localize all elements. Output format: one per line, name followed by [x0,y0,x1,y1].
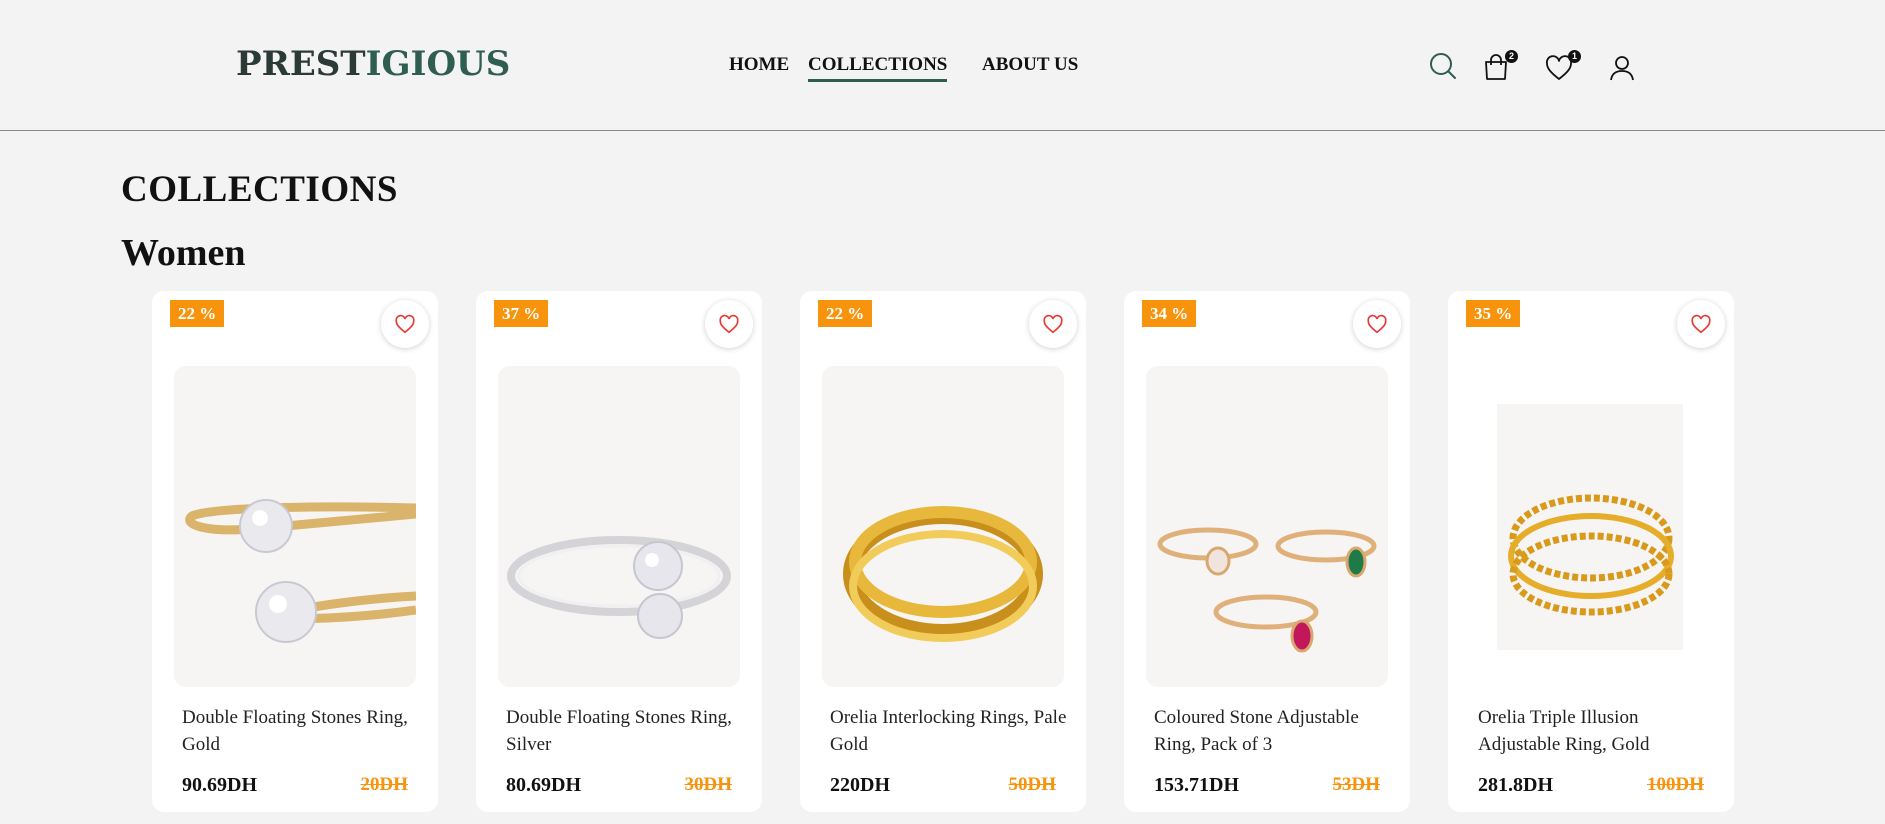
add-to-wishlist-button[interactable] [1029,300,1077,348]
logo-text-dark: PREST [236,44,366,84]
product-old-price: 30DH [684,774,733,795]
discount-badge: 37 % [494,300,549,327]
product-old-price: 50DH [1008,774,1057,795]
user-account-icon[interactable] [1607,53,1637,83]
silver-double-stone-ring-icon [498,366,740,687]
heart-icon [1043,314,1063,334]
product-price: 90.69DH [182,774,257,796]
cart-count-badge: 2 [1505,50,1518,63]
logo-text-green: IGIOUS [365,44,511,84]
discount-badge: 35 % [1466,300,1521,327]
gold-double-stone-ring-icon [174,366,416,687]
product-card[interactable]: 22 % Orelia Interlocking Rings, Pale Gol… [800,291,1086,812]
heart-icon [1691,314,1711,334]
wishlist-count-badge: 1 [1568,50,1581,63]
product-card[interactable]: 34 % Coloured Stone Adjustable Ring, Pac… [1124,291,1410,812]
three-stone-rings-icon [1146,366,1388,687]
product-name[interactable]: Orelia Interlocking Rings, Pale Gold [830,704,1070,758]
product-image[interactable] [1470,366,1712,687]
heart-icon [395,314,415,334]
add-to-wishlist-button[interactable] [1353,300,1401,348]
page-title: COLLECTIONS [121,169,398,210]
product-image[interactable] [822,366,1064,687]
heart-icon [719,314,739,334]
product-price: 153.71DH [1154,774,1239,796]
product-image[interactable] [498,366,740,687]
discount-badge: 22 % [170,300,225,327]
interlocking-gold-rings-icon [822,366,1064,687]
nav-home[interactable]: HOME [729,54,789,76]
product-old-price: 20DH [360,774,409,795]
product-image[interactable] [1146,366,1388,687]
product-card[interactable]: 37 % Double Floating Stones Ring, Silver… [476,291,762,812]
nav-about-us[interactable]: ABOUT US [982,54,1078,76]
product-old-price: 100DH [1647,774,1704,795]
product-card[interactable]: 22 % Double Floating Stones Ring, Gold 9… [152,291,438,812]
product-price: 80.69DH [506,774,581,796]
section-title: Women [121,232,246,274]
nav-collections[interactable]: COLLECTIONS [808,54,948,82]
product-price: 281.8DH [1478,774,1553,796]
discount-badge: 22 % [818,300,873,327]
triple-gold-ring-icon [1470,366,1712,687]
brand-logo[interactable]: PRESTIGIOUS [236,44,510,84]
product-card[interactable]: 35 % Orelia Triple Illusion Adjustable R… [1448,291,1734,812]
site-header: PRESTIGIOUS HOME COLLECTIONS ABOUT US 2 … [0,0,1885,131]
add-to-wishlist-button[interactable] [705,300,753,348]
product-name[interactable]: Double Floating Stones Ring, Gold [182,704,422,758]
product-name[interactable]: Orelia Triple Illusion Adjustable Ring, … [1478,704,1718,758]
add-to-wishlist-button[interactable] [1677,300,1725,348]
product-image[interactable] [174,366,416,687]
product-name[interactable]: Double Floating Stones Ring, Silver [506,704,746,758]
search-icon[interactable] [1428,51,1458,81]
product-name[interactable]: Coloured Stone Adjustable Ring, Pack of … [1154,704,1394,758]
heart-icon [1367,314,1387,334]
product-old-price: 53DH [1332,774,1381,795]
product-price: 220DH [830,774,890,796]
add-to-wishlist-button[interactable] [381,300,429,348]
discount-badge: 34 % [1142,300,1197,327]
